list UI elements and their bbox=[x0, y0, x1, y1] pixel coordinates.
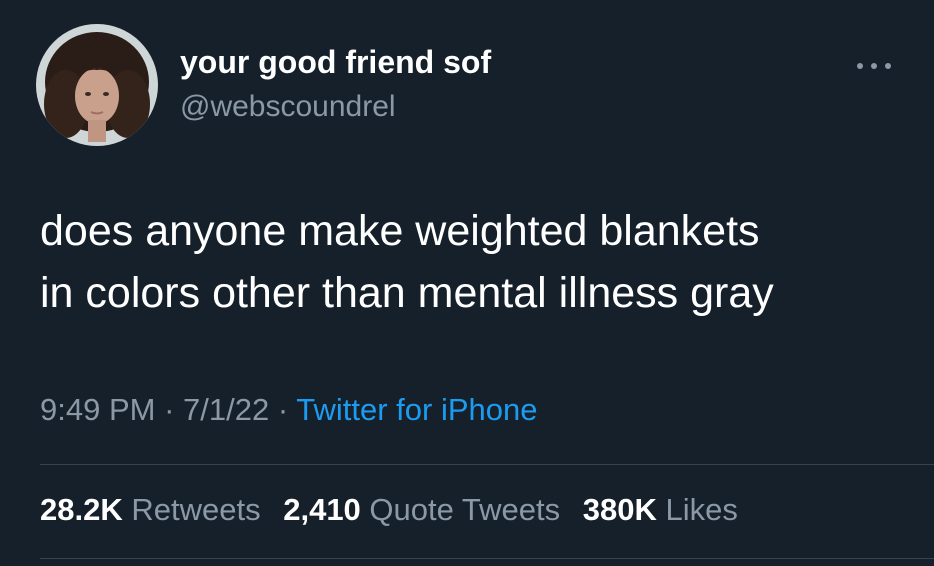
avatar[interactable] bbox=[36, 24, 158, 146]
tweet-text-line: does anyone make weighted blankets bbox=[40, 207, 760, 255]
divider bbox=[40, 464, 934, 465]
quote-tweets-label: Quote Tweets bbox=[369, 492, 561, 527]
tweet-card: your good friend sof @webscoundrel does … bbox=[0, 0, 934, 566]
avatar-image bbox=[36, 24, 158, 146]
user-handle[interactable]: @webscoundrel bbox=[180, 90, 396, 124]
likes-label: Likes bbox=[665, 492, 738, 527]
quote-tweets-stat[interactable]: 2,410 Quote Tweets bbox=[283, 492, 560, 527]
retweets-label: Retweets bbox=[131, 492, 261, 527]
tweet-source-link[interactable]: Twitter for iPhone bbox=[296, 392, 537, 427]
retweets-count: 28.2K bbox=[40, 492, 123, 527]
tweet-date[interactable]: 7/1/22 bbox=[183, 392, 269, 427]
likes-count: 380K bbox=[582, 492, 657, 527]
more-horizontal-icon bbox=[857, 63, 891, 69]
more-options-button[interactable] bbox=[852, 52, 896, 80]
tweet-text-line: in colors other than mental illness gray bbox=[40, 269, 774, 317]
quote-tweets-count: 2,410 bbox=[283, 492, 361, 527]
likes-stat[interactable]: 380K Likes bbox=[583, 492, 738, 527]
tweet-time[interactable]: 9:49 PM bbox=[40, 392, 155, 427]
meta-separator: · bbox=[164, 392, 175, 427]
tweet-text: does anyone make weighted blankets in co… bbox=[40, 200, 910, 324]
retweets-stat[interactable]: 28.2K Retweets bbox=[40, 492, 261, 527]
tweet-meta: 9:49 PM · 7/1/22 · Twitter for iPhone bbox=[40, 392, 537, 428]
divider bbox=[40, 558, 934, 559]
display-name[interactable]: your good friend sof bbox=[180, 44, 491, 81]
tweet-stats: 28.2K Retweets 2,410 Quote Tweets 380K L… bbox=[40, 492, 752, 528]
meta-separator: · bbox=[277, 392, 289, 427]
